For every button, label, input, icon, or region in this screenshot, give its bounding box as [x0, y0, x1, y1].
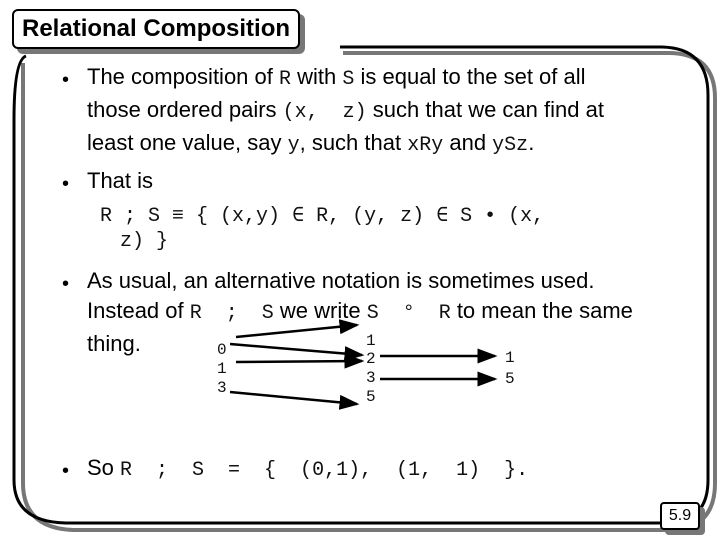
slide-title-box: Relational Composition: [12, 9, 301, 49]
arrow-R-0-1: [235, 319, 360, 339]
bullet-text: So R ; S = { (0,1), (1, 1) }.: [87, 453, 528, 486]
page-number-badge: 5.9: [660, 502, 700, 530]
arrow-R-0-2: [229, 342, 365, 362]
bullet-icon: •: [62, 460, 70, 482]
page-number: 5.9: [668, 507, 692, 524]
slide-title: Relational Composition: [22, 15, 291, 42]
text-run: So: [87, 455, 121, 480]
code-run: R ; S = { (0,1), (1, 1) }.: [120, 459, 529, 482]
arrow-R-1-2: [235, 353, 365, 369]
arrow-R-3-5: [229, 390, 360, 410]
